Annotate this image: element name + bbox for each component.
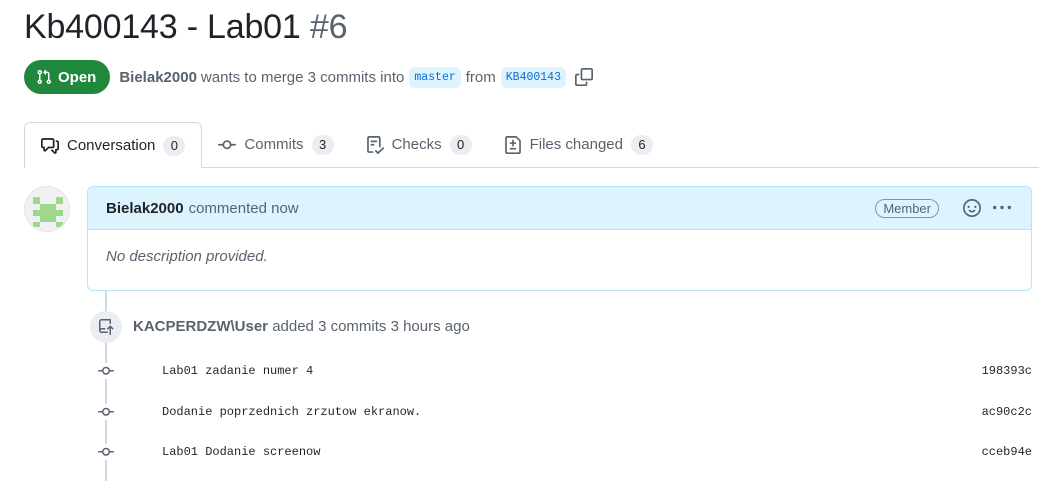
merge-from-text: from (465, 68, 496, 86)
tab-label: Conversation (67, 137, 156, 154)
tab-counter: 3 (311, 134, 334, 155)
comment-header: Bielak2000 commented now Member (88, 187, 1031, 230)
event-description: added 3 commits 3 hours ago (272, 318, 470, 335)
commit-message[interactable]: Lab01 Dodanie screenow (162, 445, 320, 459)
avatar[interactable] (24, 186, 70, 232)
tab-label: Files changed (529, 136, 623, 153)
tab-counter: 0 (163, 135, 186, 156)
tab-counter: 0 (449, 134, 472, 155)
smiley-icon[interactable] (961, 197, 983, 219)
commit-sha[interactable]: ac90c2c (982, 405, 1032, 419)
commit-row: Dodanie poprzednich zrzutow ekranow. ac9… (94, 402, 1032, 422)
tab-counter: 6 (631, 134, 653, 155)
kebab-horizontal-icon[interactable] (991, 197, 1013, 219)
comment-body: No description provided. (106, 248, 268, 265)
pr-title: Kb400143 - Lab01 #6 (24, 8, 347, 47)
commit-message[interactable]: Dodanie poprzednich zrzutow ekranow. (162, 405, 421, 419)
commits-added-event: KACPERDZW\User added 3 commits 3 hours a… (133, 318, 470, 335)
git-pull-request-icon (37, 69, 52, 85)
comment-box: Bielak2000 commented now Member No descr… (87, 186, 1032, 291)
commit-row: Lab01 Dodanie screenow cceb94e (94, 442, 1032, 462)
tab-checks[interactable]: Checks 0 (350, 122, 488, 167)
pr-title-text: Kb400143 - Lab01 (24, 8, 301, 46)
merge-text: wants to merge 3 commits into (200, 68, 405, 86)
pr-number: #6 (309, 8, 348, 46)
commit-row: Lab01 zadanie numer 4 198393c (94, 361, 1032, 381)
tab-label: Commits (244, 136, 304, 153)
pr-meta: Open Bielak2000 wants to merge 3 commits… (24, 60, 593, 94)
file-diff-icon (504, 135, 521, 154)
state-badge: Open (24, 60, 111, 94)
comment-discussion-icon (41, 137, 59, 154)
tab-files-changed[interactable]: Files changed 6 (488, 122, 669, 167)
repo-push-icon (90, 311, 122, 343)
commit-sha[interactable]: 198393c (982, 364, 1032, 378)
pr-author-link[interactable]: Bielak2000 (119, 69, 197, 86)
comment-author-link[interactable]: Bielak2000 (106, 200, 184, 217)
git-commit-icon (94, 363, 118, 379)
git-commit-icon (218, 139, 237, 149)
pr-tabs: Conversation 0 Commits 3 Checks 0 Files … (24, 122, 1039, 168)
base-branch[interactable]: master (409, 66, 461, 88)
commit-message[interactable]: Lab01 zadanie numer 4 (162, 364, 313, 378)
tab-conversation[interactable]: Conversation 0 (24, 122, 203, 168)
event-actor[interactable]: KACPERDZW\User (133, 318, 268, 335)
member-badge: Member (875, 198, 939, 218)
copy-icon[interactable] (574, 68, 593, 86)
comment-action[interactable]: commented now (189, 200, 299, 217)
commit-sha[interactable]: cceb94e (982, 445, 1032, 459)
git-commit-icon (94, 404, 118, 420)
state-label: Open (58, 68, 97, 86)
checklist-icon (366, 135, 384, 154)
head-branch[interactable]: KB400143 (500, 66, 566, 88)
tab-commits[interactable]: Commits 3 (202, 122, 349, 167)
tab-label: Checks (391, 136, 442, 153)
git-commit-icon (94, 444, 118, 460)
